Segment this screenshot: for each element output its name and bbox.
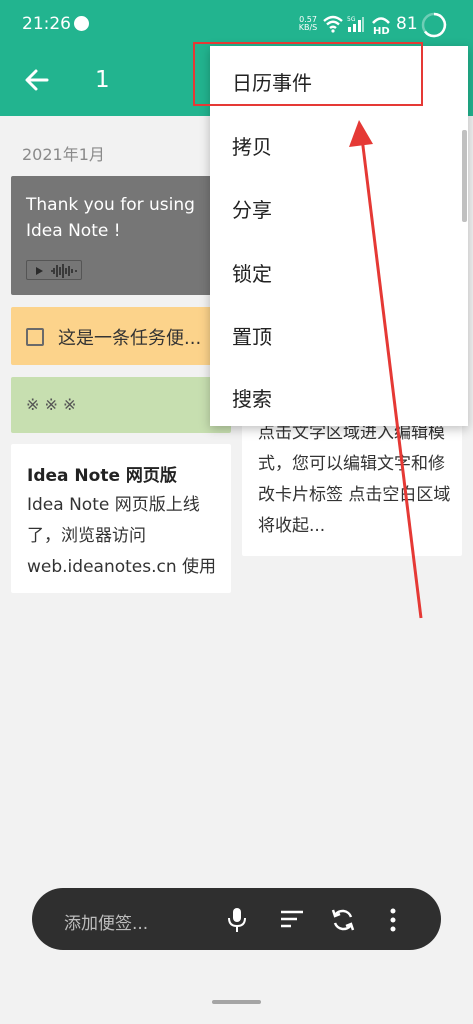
sort-icon[interactable]	[279, 907, 305, 931]
back-arrow-icon[interactable]	[22, 65, 52, 95]
wifi-icon	[323, 15, 343, 33]
task-text: 这是一条任务便...	[58, 328, 202, 349]
note-card-web[interactable]: Idea Note 网页版 Idea Note 网页版上线了，浏览器访问 web…	[11, 444, 231, 593]
note-title: Idea Note 网页版	[27, 466, 177, 486]
waveform-icon	[51, 264, 77, 278]
task-checkbox[interactable]	[26, 328, 44, 346]
menu-item-lock[interactable]: 锁定	[210, 239, 468, 301]
note-card-task[interactable]: 这是一条任务便...	[11, 307, 231, 365]
note-card-tips[interactable]: 点击文字区域进入编辑模式，您可以编辑文字和修改卡片标签 点击空白区域将收起...	[242, 412, 462, 556]
menu-scrollbar[interactable]	[462, 130, 467, 222]
microphone-icon[interactable]	[225, 907, 249, 933]
hd-call-icon: HD	[372, 17, 390, 35]
note-card-welcome[interactable]: Thank you for using Idea Note !	[11, 176, 231, 295]
date-header: 2021年1月	[22, 145, 105, 164]
home-indicator[interactable]	[212, 1000, 261, 1004]
menu-item-pin[interactable]: 置顶	[210, 302, 468, 364]
net-speed: 0.57 KB/S	[298, 15, 318, 32]
add-note-input[interactable]: 添加便签...	[64, 909, 148, 934]
note-body: Idea Note 网页版上线了，浏览器访问 web.ideanotes.cn …	[27, 495, 217, 577]
signal-icon: 5G	[347, 16, 364, 32]
menu-item-share[interactable]: 分享	[210, 175, 468, 237]
bottom-bar: 添加便签...	[32, 888, 441, 950]
page-title: 1	[95, 67, 110, 93]
signal-label: 5G	[347, 16, 356, 23]
audio-attachment[interactable]	[26, 260, 82, 280]
status-time: 21:26	[22, 14, 71, 34]
note-body: 点击文字区域进入编辑模式，您可以编辑文字和修改卡片标签 点击空白区域将收起...	[258, 423, 451, 536]
more-vert-icon[interactable]	[388, 907, 398, 933]
sync-icon[interactable]	[330, 907, 356, 933]
note-card-stars[interactable]: ※ ※ ※	[11, 377, 231, 433]
menu-item-search[interactable]: 搜索	[210, 364, 468, 426]
chat-bubble-icon	[74, 16, 89, 31]
note-text: ※ ※ ※	[26, 395, 77, 414]
hd-label: HD	[373, 26, 390, 35]
annotation-highlight-box	[193, 42, 423, 106]
battery-level: 81	[396, 14, 418, 34]
battery-ring-icon	[421, 12, 447, 38]
menu-item-copy[interactable]: 拷贝	[210, 112, 468, 174]
note-text: Thank you for using Idea Note !	[26, 195, 195, 241]
play-icon	[36, 267, 43, 275]
